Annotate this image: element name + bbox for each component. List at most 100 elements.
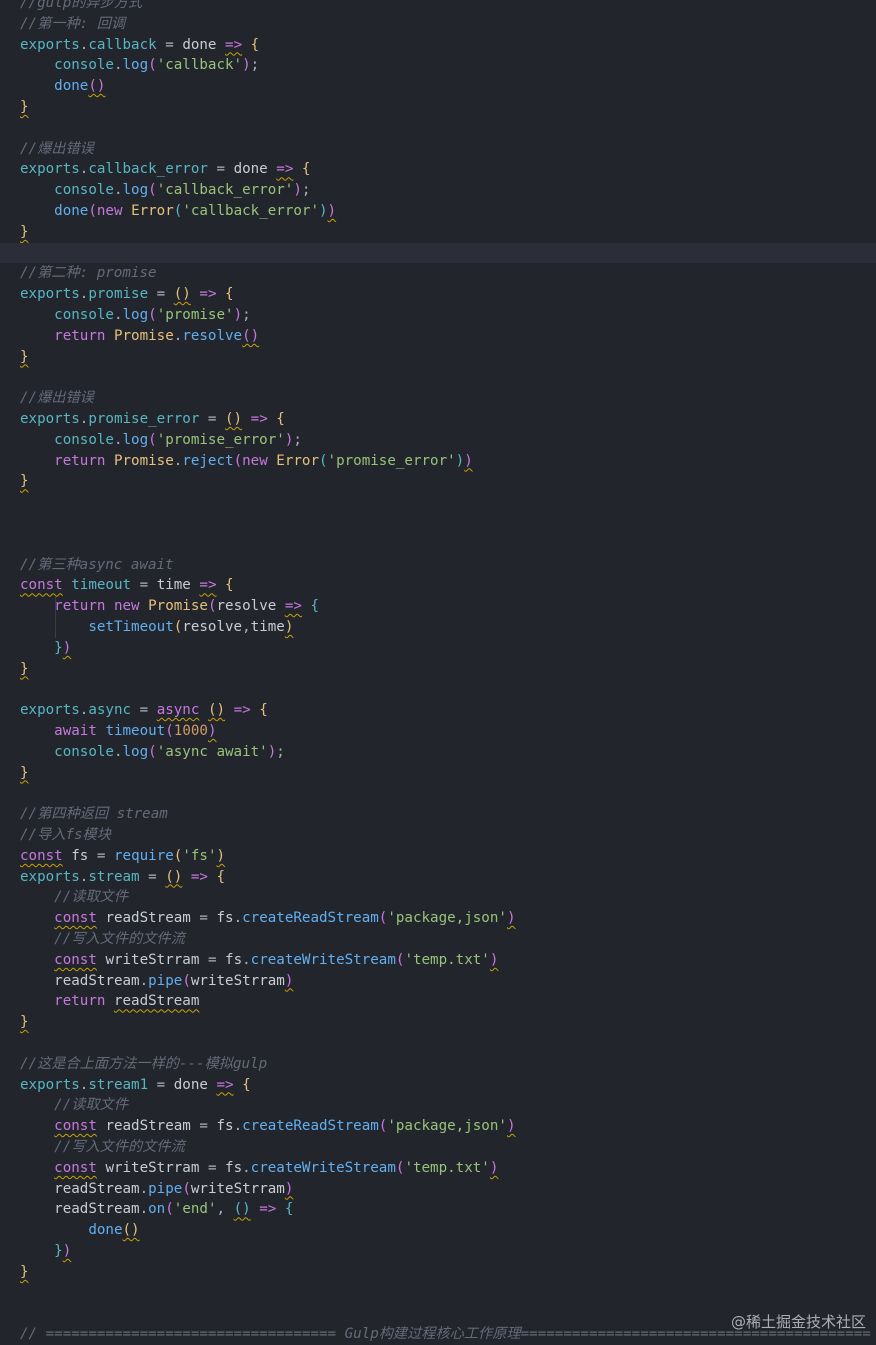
- code-line[interactable]: return Promise.resolve(): [0, 326, 876, 347]
- code-token: exports: [20, 868, 80, 885]
- code-line[interactable]: const writeStrram = fs.createWriteStream…: [0, 1158, 876, 1179]
- code-line[interactable]: return readStream: [0, 991, 876, 1012]
- code-line[interactable]: [0, 242, 876, 264]
- code-token: console: [54, 307, 114, 323]
- code-line[interactable]: //写入文件的文件流: [0, 929, 876, 950]
- code-line[interactable]: }: [0, 659, 876, 680]
- code-line[interactable]: [0, 513, 876, 534]
- code-line[interactable]: readStream.pipe(writeStrram): [0, 971, 876, 992]
- code-line[interactable]: done(): [0, 76, 876, 97]
- code-line[interactable]: [0, 492, 876, 513]
- code-line[interactable]: exports.promise = () => {: [0, 284, 876, 305]
- code-line[interactable]: readStream.pipe(writeStrram): [0, 1179, 876, 1200]
- code-line[interactable]: await timeout(1000): [0, 721, 876, 742]
- code-line[interactable]: exports.callback_error = done => {: [0, 159, 876, 180]
- code-token: writeStrram: [190, 1180, 285, 1197]
- code-comment: //gulp的异步方式: [20, 0, 143, 11]
- code-line[interactable]: //第二种: promise: [0, 263, 876, 284]
- code-line[interactable]: //第四种返回 stream: [0, 804, 876, 825]
- code-token: }: [20, 223, 29, 240]
- code-line[interactable]: console.log('promise_error');: [0, 430, 876, 451]
- code-line[interactable]: }: [0, 222, 876, 243]
- code-line[interactable]: console.log('callback_error');: [0, 180, 876, 201]
- code-token: return: [54, 598, 106, 615]
- code-line[interactable]: //读取文件: [0, 1095, 876, 1116]
- code-line[interactable]: }: [0, 1262, 876, 1283]
- code-line[interactable]: exports.async = async () => {: [0, 700, 876, 721]
- code-line[interactable]: const fs = require('fs'): [0, 846, 876, 867]
- code-line[interactable]: }: [0, 763, 876, 784]
- code-line[interactable]: return new Promise(resolve => {: [0, 596, 876, 617]
- code-token: ;: [276, 743, 285, 760]
- code-editor[interactable]: //gulp的异步方式 //第一种: 回调 exports.callback = d…: [0, 0, 876, 1342]
- code-token: 'promise_error': [156, 431, 285, 448]
- code-token: exports: [20, 161, 80, 178]
- code-token: =: [148, 1076, 174, 1093]
- code-line[interactable]: }): [0, 1241, 876, 1262]
- code-comment: //写入文件的文件流: [54, 1139, 185, 1155]
- code-line[interactable]: //第三种async await: [0, 555, 876, 576]
- code-line[interactable]: const timeout = time => {: [0, 575, 876, 596]
- code-line[interactable]: readStream.on('end', () => {: [0, 1199, 876, 1220]
- code-line[interactable]: }: [0, 97, 876, 118]
- code-line[interactable]: console.log('async await');: [0, 742, 876, 763]
- code-line[interactable]: }): [0, 638, 876, 659]
- code-line[interactable]: const readStream = fs.createReadStream('…: [0, 908, 876, 929]
- code-token: 'end': [173, 1201, 217, 1218]
- code-line[interactable]: [0, 679, 876, 700]
- code-line[interactable]: //写入文件的文件流: [0, 1137, 876, 1158]
- code-token: callback_error: [88, 161, 208, 178]
- code-token: done: [233, 161, 268, 178]
- code-token: readStream: [54, 1201, 140, 1218]
- code-token: {: [216, 868, 226, 885]
- code-token: }: [20, 473, 29, 490]
- code-line[interactable]: }: [0, 471, 876, 492]
- code-token: =: [88, 847, 114, 864]
- code-line[interactable]: //第一种: 回调: [0, 14, 876, 35]
- code-line[interactable]: [0, 367, 876, 388]
- code-token: log: [122, 57, 149, 74]
- code-line[interactable]: exports.promise_error = () => {: [0, 409, 876, 430]
- code-line[interactable]: }: [0, 1012, 876, 1033]
- code-line[interactable]: [0, 1283, 876, 1304]
- code-token: {: [276, 411, 285, 427]
- code-line[interactable]: return Promise.reject(new Error('promise…: [0, 451, 876, 472]
- code-line[interactable]: exports.stream = () => {: [0, 867, 876, 888]
- code-line[interactable]: //爆出错误: [0, 139, 876, 160]
- code-line[interactable]: //导入fs模块: [0, 825, 876, 846]
- code-token: readStream: [54, 972, 140, 989]
- code-line[interactable]: done(): [0, 1220, 876, 1241]
- code-line[interactable]: [0, 534, 876, 555]
- code-line[interactable]: //这是合上面方法一样的---模拟gulp: [0, 1054, 876, 1075]
- code-line[interactable]: setTimeout(resolve,time): [0, 617, 876, 638]
- code-line[interactable]: exports.callback = done => {: [0, 35, 876, 56]
- code-line[interactable]: console.log('promise');: [0, 305, 876, 326]
- code-line[interactable]: done(new Error('callback_error')): [0, 201, 876, 222]
- code-token: ): [489, 951, 499, 968]
- code-line[interactable]: [0, 783, 876, 804]
- code-line[interactable]: [0, 1033, 876, 1054]
- code-line[interactable]: [0, 118, 876, 139]
- code-token: console: [54, 743, 114, 760]
- code-line[interactable]: exports.stream1 = done => {: [0, 1075, 876, 1096]
- code-line[interactable]: //爆出错误: [0, 388, 876, 409]
- code-line[interactable]: console.log('callback');: [0, 55, 876, 76]
- code-token: }: [20, 1263, 29, 1280]
- code-line[interactable]: const writeStrram = fs.createWriteStream…: [0, 950, 876, 971]
- code-token: new: [96, 203, 123, 219]
- code-token: =: [131, 577, 157, 594]
- code-token: done: [54, 78, 89, 95]
- code-token: exports: [20, 36, 80, 53]
- code-line[interactable]: }: [0, 347, 876, 368]
- code-line[interactable]: //读取文件: [0, 887, 876, 908]
- code-line[interactable]: const readStream = fs.createReadStream('…: [0, 1116, 876, 1137]
- code-line[interactable]: //gulp的异步方式: [0, 0, 876, 14]
- code-token: timeout: [105, 723, 166, 739]
